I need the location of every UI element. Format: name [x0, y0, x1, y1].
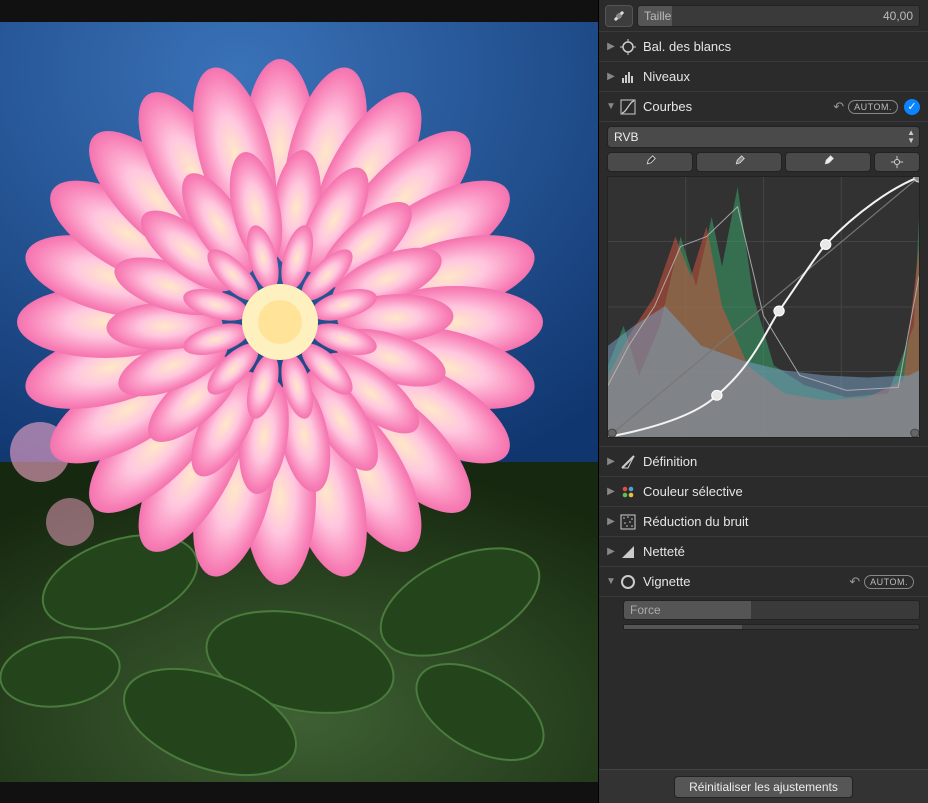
definition-label: Définition: [643, 454, 920, 469]
adjustment-vignette[interactable]: ▼ Vignette ↶ AUTOM.: [599, 567, 928, 597]
disclosure-closed-icon: ▶: [605, 516, 617, 527]
adjustment-noise-reduction[interactable]: ▶ Réduction du bruit: [599, 507, 928, 537]
adjustment-levels[interactable]: ▶ Niveaux: [599, 62, 928, 92]
adjustments-panel: Taille 40,00 ▶ Bal. des blancs ▶ Niveaux…: [598, 0, 928, 803]
levels-icon: [619, 68, 637, 86]
auto-button[interactable]: AUTOM.: [848, 100, 898, 114]
eyedropper-icon: [821, 155, 835, 169]
curves-body: RVB ▲▼: [599, 122, 928, 447]
noise-icon: [619, 513, 637, 531]
white-balance-icon: [619, 38, 637, 56]
photo-canvas: [0, 22, 598, 782]
eyedropper-row: [607, 152, 920, 172]
image-preview: [0, 0, 598, 803]
vignette-force-row: Force: [599, 597, 928, 624]
eyedropper-icon: [732, 155, 746, 169]
eyedropper-white[interactable]: [785, 152, 871, 172]
reset-adjustments-button[interactable]: Réinitialiser les ajustements: [674, 776, 853, 798]
enabled-checkmark[interactable]: ✓: [904, 99, 920, 115]
sharpen-label: Netteté: [643, 544, 920, 559]
auto-button[interactable]: AUTOM.: [864, 575, 914, 589]
selective-color-icon: [619, 483, 637, 501]
channel-value: RVB: [614, 130, 638, 144]
curves-label: Courbes: [643, 99, 833, 114]
retouch-tool-button[interactable]: [605, 5, 633, 27]
vignette-icon: [619, 573, 637, 591]
size-slider[interactable]: Taille 40,00: [637, 5, 920, 27]
adjustment-white-balance[interactable]: ▶ Bal. des blancs: [599, 32, 928, 62]
noise-label: Réduction du bruit: [643, 514, 920, 529]
selective-color-label: Couleur sélective: [643, 484, 920, 499]
size-label: Taille: [644, 9, 671, 23]
disclosure-closed-icon: ▶: [605, 41, 617, 52]
disclosure-open-icon: ▼: [605, 101, 617, 112]
channel-select[interactable]: RVB ▲▼: [607, 126, 920, 148]
add-point-button[interactable]: [874, 152, 920, 172]
curves-icon: [619, 98, 637, 116]
sharpen-icon: [619, 543, 637, 561]
adjustment-curves[interactable]: ▼ Courbes ↶ AUTOM. ✓: [599, 92, 928, 122]
vignette-secondary-row: [599, 624, 928, 634]
vignette-secondary-slider[interactable]: [623, 624, 920, 630]
disclosure-closed-icon: ▶: [605, 546, 617, 557]
definition-icon: [619, 453, 637, 471]
retouch-size-row: Taille 40,00: [599, 0, 928, 32]
disclosure-open-icon: ▼: [605, 576, 617, 587]
force-label: Force: [630, 603, 661, 617]
adjustment-definition[interactable]: ▶ Définition: [599, 447, 928, 477]
adjustment-selective-color[interactable]: ▶ Couleur sélective: [599, 477, 928, 507]
bandage-icon: [611, 8, 627, 24]
disclosure-closed-icon: ▶: [605, 486, 617, 497]
disclosure-closed-icon: ▶: [605, 456, 617, 467]
white-balance-label: Bal. des blancs: [643, 39, 920, 54]
panel-footer: Réinitialiser les ajustements: [599, 769, 928, 803]
vignette-label: Vignette: [643, 574, 849, 589]
size-value: 40,00: [883, 9, 913, 23]
levels-label: Niveaux: [643, 69, 920, 84]
undo-icon[interactable]: ↶: [833, 99, 844, 115]
undo-icon[interactable]: ↶: [849, 574, 860, 590]
eyedropper-black[interactable]: [607, 152, 693, 172]
adjustment-sharpen[interactable]: ▶ Netteté: [599, 537, 928, 567]
stepper-icon: ▲▼: [907, 129, 915, 145]
eyedropper-icon: [643, 155, 657, 169]
vignette-force-slider[interactable]: Force: [623, 600, 920, 620]
curves-graph[interactable]: [607, 176, 920, 438]
target-icon: [890, 155, 904, 169]
disclosure-closed-icon: ▶: [605, 71, 617, 82]
eyedropper-gray[interactable]: [696, 152, 782, 172]
